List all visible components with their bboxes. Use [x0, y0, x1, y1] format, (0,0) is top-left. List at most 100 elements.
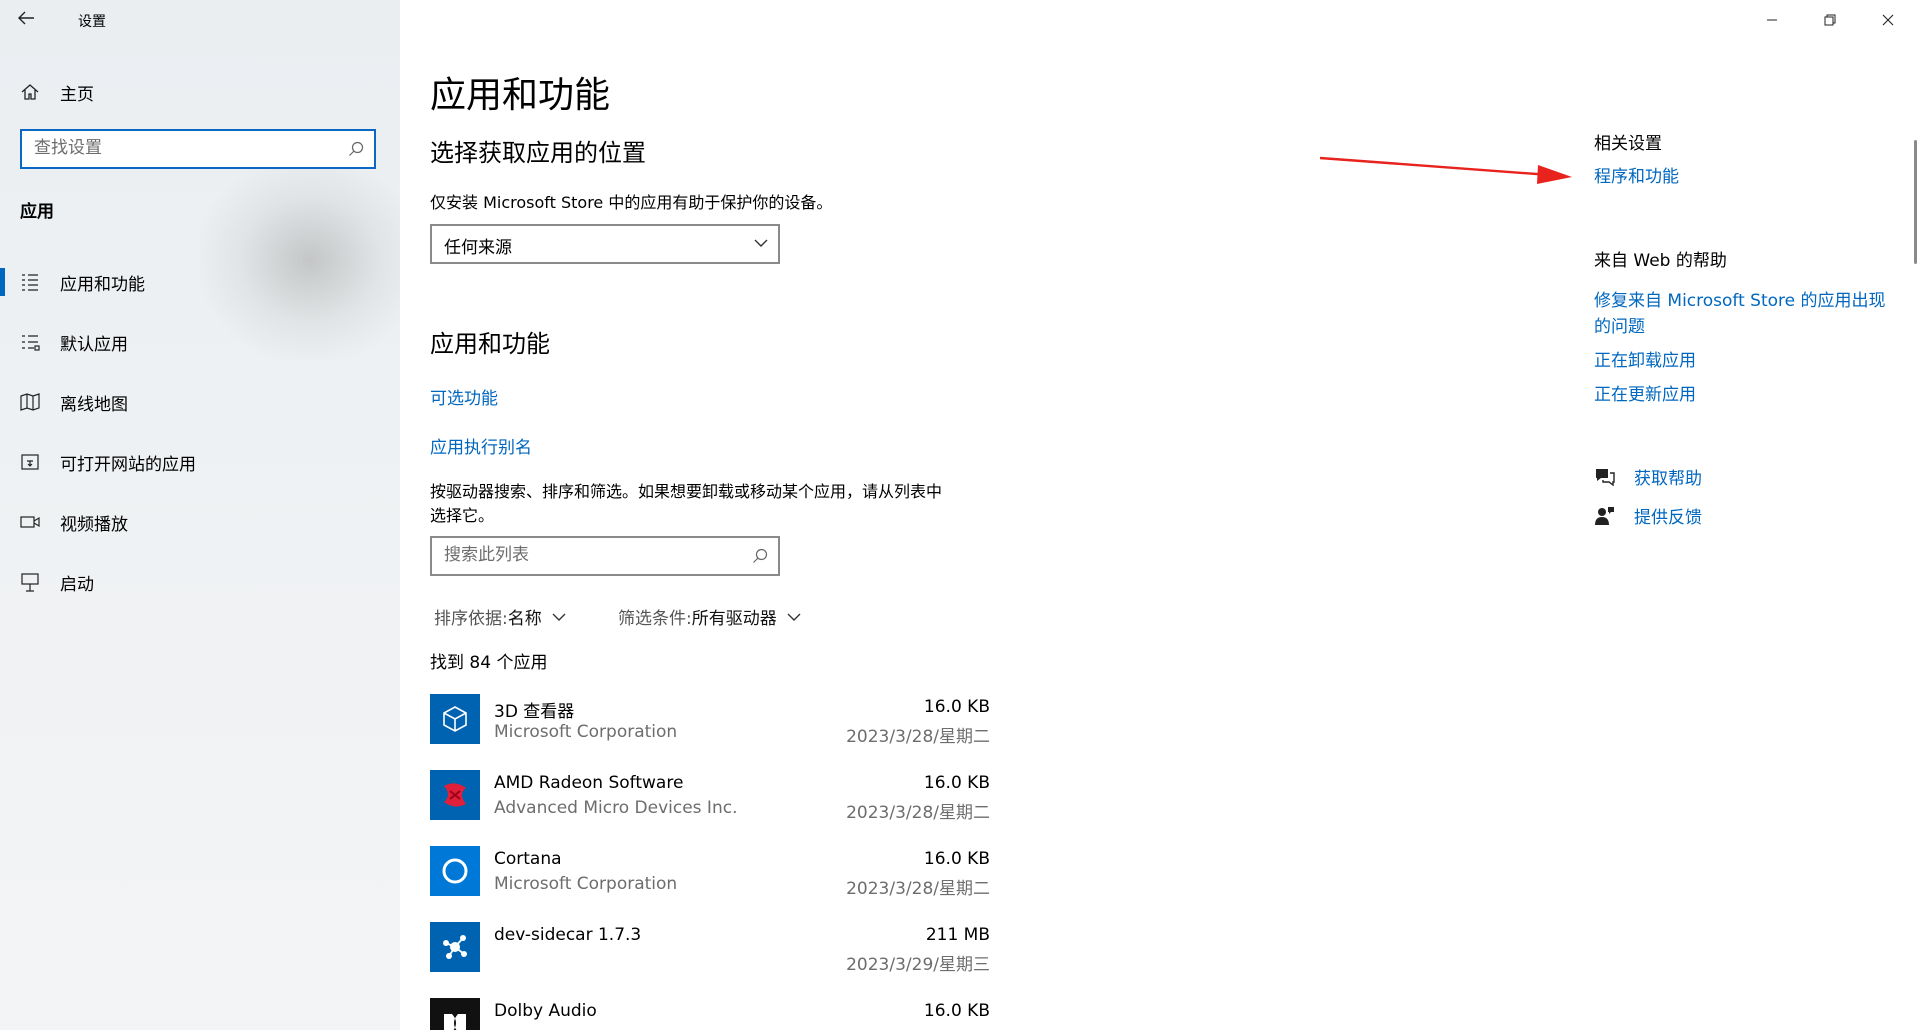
settings-search[interactable] — [20, 129, 376, 169]
chevron-down-icon — [787, 613, 801, 621]
search-icon[interactable] — [752, 548, 768, 564]
app-name: dev-sidecar 1.7.3 — [494, 925, 642, 945]
app-date: 2023/3/28/星期二 — [846, 727, 990, 747]
amd-radeon-icon — [430, 770, 480, 820]
sort-value: 名称 — [507, 609, 542, 629]
window-title: 设置 — [78, 14, 106, 30]
app-name: Cortana — [494, 849, 562, 869]
sidebar-item-label: 可打开网站的应用 — [60, 454, 196, 475]
app-list-item[interactable]: Cortana Microsoft Corporation 16.0 KB 20… — [430, 846, 990, 902]
scrollbar[interactable] — [1914, 140, 1917, 264]
fix-store-apps-link[interactable]: 修复来自 Microsoft Store 的应用出现 的问题 — [1594, 288, 1886, 340]
app-list-item[interactable]: Dolby Audio 16.0 KB — [430, 998, 990, 1030]
app-size: 16.0 KB — [923, 697, 990, 717]
page-title: 应用和功能 — [430, 75, 611, 116]
cortana-icon — [430, 846, 480, 896]
app-list-search-input[interactable] — [432, 538, 734, 572]
update-apps-link[interactable]: 正在更新应用 — [1594, 380, 1696, 405]
feedback-label: 提供反馈 — [1634, 508, 1702, 528]
app-size: 211 MB — [925, 925, 990, 945]
sidebar-item-default-apps[interactable]: 默认应用 — [0, 318, 400, 366]
programs-features-link[interactable]: 程序和功能 — [1594, 162, 1679, 187]
default-apps-icon — [22, 335, 40, 351]
back-arrow-icon — [18, 11, 34, 25]
minimize-button[interactable] — [1752, 8, 1792, 32]
uninstall-apps-link[interactable]: 正在卸载应用 — [1594, 346, 1696, 371]
app-source-value: 任何来源 — [444, 238, 512, 258]
link-line: 的问题 — [1594, 317, 1645, 337]
app-publisher: Microsoft Corporation — [494, 722, 678, 742]
list-description: 按驱动器搜索、排序和筛选。如果想要卸载或移动某个应用，请从列表中 选择它。 — [430, 480, 942, 528]
title-bar: 设置 — [0, 0, 400, 40]
app-publisher: Microsoft Corporation — [494, 874, 678, 894]
minimize-icon — [1767, 19, 1777, 21]
app-list-item[interactable]: dev-sidecar 1.7.3 211 MB 2023/3/29/星期三 — [430, 922, 990, 978]
list-description-line: 按驱动器搜索、排序和筛选。如果想要卸载或移动某个应用，请从列表中 — [430, 482, 943, 501]
app-name: AMD Radeon Software — [494, 773, 684, 793]
home-label: 主页 — [60, 84, 94, 105]
settings-search-input[interactable] — [22, 131, 334, 165]
source-heading: 选择获取应用的位置 — [430, 139, 646, 167]
get-help-label: 获取帮助 — [1634, 469, 1702, 489]
app-name: 3D 查看器 — [494, 702, 575, 722]
close-icon — [1882, 14, 1894, 26]
app-size: 16.0 KB — [923, 773, 990, 793]
get-help-link[interactable]: 获取帮助 — [1594, 464, 1702, 489]
feedback-link[interactable]: 提供反馈 — [1594, 503, 1702, 528]
app-publisher: Advanced Micro Devices Inc. — [494, 798, 738, 818]
app-size: 16.0 KB — [923, 849, 990, 869]
chevron-down-icon — [754, 239, 768, 247]
section-label: 应用 — [20, 202, 54, 222]
web-help-heading: 来自 Web 的帮助 — [1594, 251, 1727, 271]
list-description-line: 选择它。 — [430, 506, 495, 525]
sidebar-item-offline-maps[interactable]: 离线地图 — [0, 378, 400, 426]
sidebar-item-website-apps[interactable]: 可打开网站的应用 — [0, 438, 400, 486]
app-date: 2023/3/28/星期二 — [846, 803, 990, 823]
sort-label: 排序依据: — [434, 609, 508, 629]
app-list-item[interactable]: 3D 查看器 Microsoft Corporation 16.0 KB 202… — [430, 694, 990, 750]
sidebar-item-label: 启动 — [60, 574, 94, 595]
sidebar-item-apps-features[interactable]: 应用和功能 — [0, 258, 400, 306]
home-icon — [21, 84, 39, 100]
chat-help-icon — [1596, 468, 1615, 486]
app-date: 2023/3/29/星期三 — [846, 955, 990, 975]
video-icon — [20, 516, 40, 528]
filter-value: 所有驱动器 — [691, 609, 777, 629]
sidebar-item-startup[interactable]: 启动 — [0, 558, 400, 606]
filter-label: 筛选条件: — [618, 609, 692, 629]
sidebar-item-label: 视频播放 — [60, 514, 128, 535]
optional-features-link[interactable]: 可选功能 — [430, 384, 498, 409]
app-list-search[interactable] — [430, 536, 780, 576]
app-name: Dolby Audio — [494, 1001, 597, 1021]
dev-sidecar-icon — [430, 922, 480, 972]
search-icon[interactable] — [348, 141, 364, 157]
source-description: 仅安装 Microsoft Store 中的应用有助于保护你的设备。 — [430, 193, 833, 212]
restore-icon — [1824, 14, 1836, 26]
annotation-arrow — [1319, 156, 1572, 184]
link-line: 修复来自 Microsoft Store 的应用出现 — [1594, 291, 1886, 311]
sort-dropdown[interactable]: 排序依据: 名称 — [434, 604, 566, 629]
close-button[interactable] — [1868, 8, 1908, 32]
restore-button[interactable] — [1810, 8, 1850, 32]
apps-heading: 应用和功能 — [430, 330, 550, 358]
related-settings-heading: 相关设置 — [1594, 134, 1662, 154]
feedback-person-icon — [1595, 506, 1614, 525]
app-size: 16.0 KB — [923, 1001, 990, 1021]
apps-list-icon — [22, 274, 38, 291]
app-source-dropdown[interactable]: 任何来源 — [430, 224, 780, 264]
back-button[interactable] — [16, 8, 44, 32]
chevron-down-icon — [552, 613, 566, 621]
sidebar-item-label: 默认应用 — [60, 334, 128, 355]
app-list-item[interactable]: AMD Radeon Software Advanced Micro Devic… — [430, 770, 990, 826]
app-alias-link[interactable]: 应用执行别名 — [430, 433, 532, 458]
3d-viewer-icon — [430, 694, 480, 744]
startup-icon — [21, 573, 39, 592]
filter-dropdown[interactable]: 筛选条件: 所有驱动器 — [618, 604, 801, 629]
sidebar-home[interactable]: 主页 — [20, 80, 94, 105]
sidebar-item-video[interactable]: 视频播放 — [0, 498, 400, 546]
dolby-icon — [430, 998, 480, 1030]
offline-map-icon — [20, 393, 40, 411]
sidebar: 设置 主页 应用 应用和功能 默认应用 离线地图 — [0, 0, 400, 1030]
website-apps-icon — [21, 454, 39, 470]
sidebar-item-label: 离线地图 — [60, 394, 128, 415]
